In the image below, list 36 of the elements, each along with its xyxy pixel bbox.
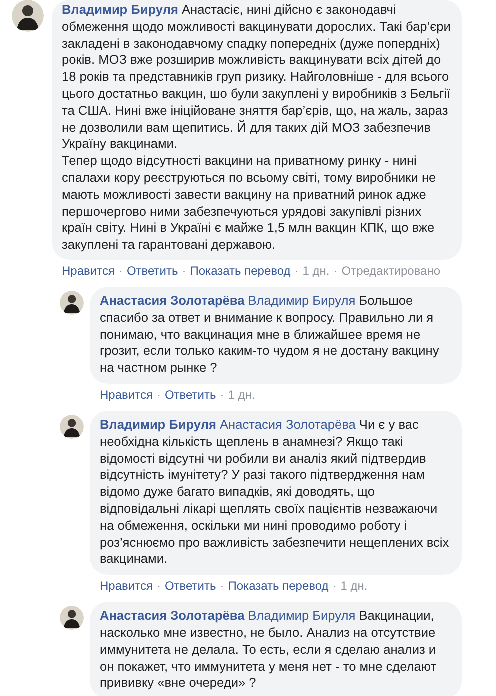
comment-text: Анастасия Золотарёва Владимир Бируля Большое спасибо за ответ и внимание к вопросу. Правильно ли я понимаю, что вакцинация мне в ближайшее время не грозит, если только каким-то чудом я не достану вакцину на частном рынке ? [100,292,440,377]
separator-dot: · [332,578,337,594]
comment-text: Анастасия Золотарёва Владимир Бируля Вакцинации, насколько мне известно, не было. Анализ на отсутствие иммунитета не делала. То есть, если я сделаю анализ и он покажет, что иммунитета у меня нет - то мне сделают прививку «вне очереди» ? [100,608,438,692]
avatar-icon[interactable] [60,414,84,439]
author-link[interactable]: Владимир Бируля [62,2,178,17]
avatar-icon[interactable] [60,290,84,315]
comment-meta: 1 дн. [228,386,256,403]
action-link[interactable]: Нравится [62,262,115,279]
separator-dot: · [220,386,224,403]
separator-dot: · [220,578,224,594]
author-link[interactable]: Анастасия Золотарёва [100,608,245,624]
mention-link[interactable]: Владимир Бируля [248,608,356,624]
comment-meta: Отредактировано [342,262,441,279]
comment-meta: 1 дн. [302,262,330,279]
separator-dot: · [294,262,299,279]
separator-dot: · [182,262,186,279]
action-link[interactable]: Ответить [126,262,178,279]
author-link[interactable]: Анастасия Золотарёва [100,292,245,308]
avatar-icon[interactable] [60,606,84,630]
action-link[interactable]: Показать перевод [190,262,291,279]
separator-dot: · [156,578,161,594]
action-link[interactable]: Нравится [100,386,153,403]
comment-text: Владимир Бируля Анастасия Золотарёва Чи є у вас необхідна кількість щеплень в анамнезі? Якщо такі відомості відсутні чи робили ви аналіз який підтвердив відсутність імунітету? У разі такого підтвердження нам відомо дуже багато випадків, які доводять, що відповідальні лікарі щеплять своїх пацієнтів незважаючи на обмеження, оскільки ми нині проводимо роботу і роз’яснюємо про важливість забезпечити нещеплених всіх вакцинами. [100,416,450,568]
action-link[interactable]: Показать перевод [228,578,329,594]
comment-meta: 1 дн. [340,578,368,594]
separator-dot: · [156,386,161,403]
separator-dot: · [334,262,338,279]
mention-link[interactable]: Владимир Бируля [248,292,356,308]
comment-text: Владимир Бируля Анастасіє, нині дійсно є законодавчі обмеження щодо можливості вакцинувати дорослих. Такі бар’єри закладені в законодавчому спадку попередніх (дуже попердніх) років. МОЗ вже розширив можливість вакцинувати всіх дітей до 18 років та представників груп ризику. Найголовніше - для всього цього достатньо вакцин, шо були закуплені у виробників з Бельгії та США. Нині вже ініційоване зняття бар’єрів, що, на жаль, зараз не дозволили вам щепитись. Й для таких дій МОЗ забезпечив Україну вакцинами. Тепер щодо відсутності вакцини на приватному ринку - нині спалахи кору реєструються по всьому світі, тому виробники не мають можливості завести вакцину на приватний ринок адже першочергово ними забезпечуються урядові закупівлі різних країн світу. Нині в Україні є майже 1,5 млн вакцин КПК, що вже закуплені та гарантовані державою. [62,2,452,254]
action-link[interactable]: Нравится [100,578,153,594]
author-link[interactable]: Владимир Бируля [100,416,216,432]
action-link[interactable]: Ответить [164,386,216,403]
avatar-icon[interactable] [12,0,44,32]
action-link[interactable]: Ответить [164,578,216,594]
separator-dot: · [118,262,123,279]
mention-link[interactable]: Анастасия Золотарёва [220,416,356,432]
